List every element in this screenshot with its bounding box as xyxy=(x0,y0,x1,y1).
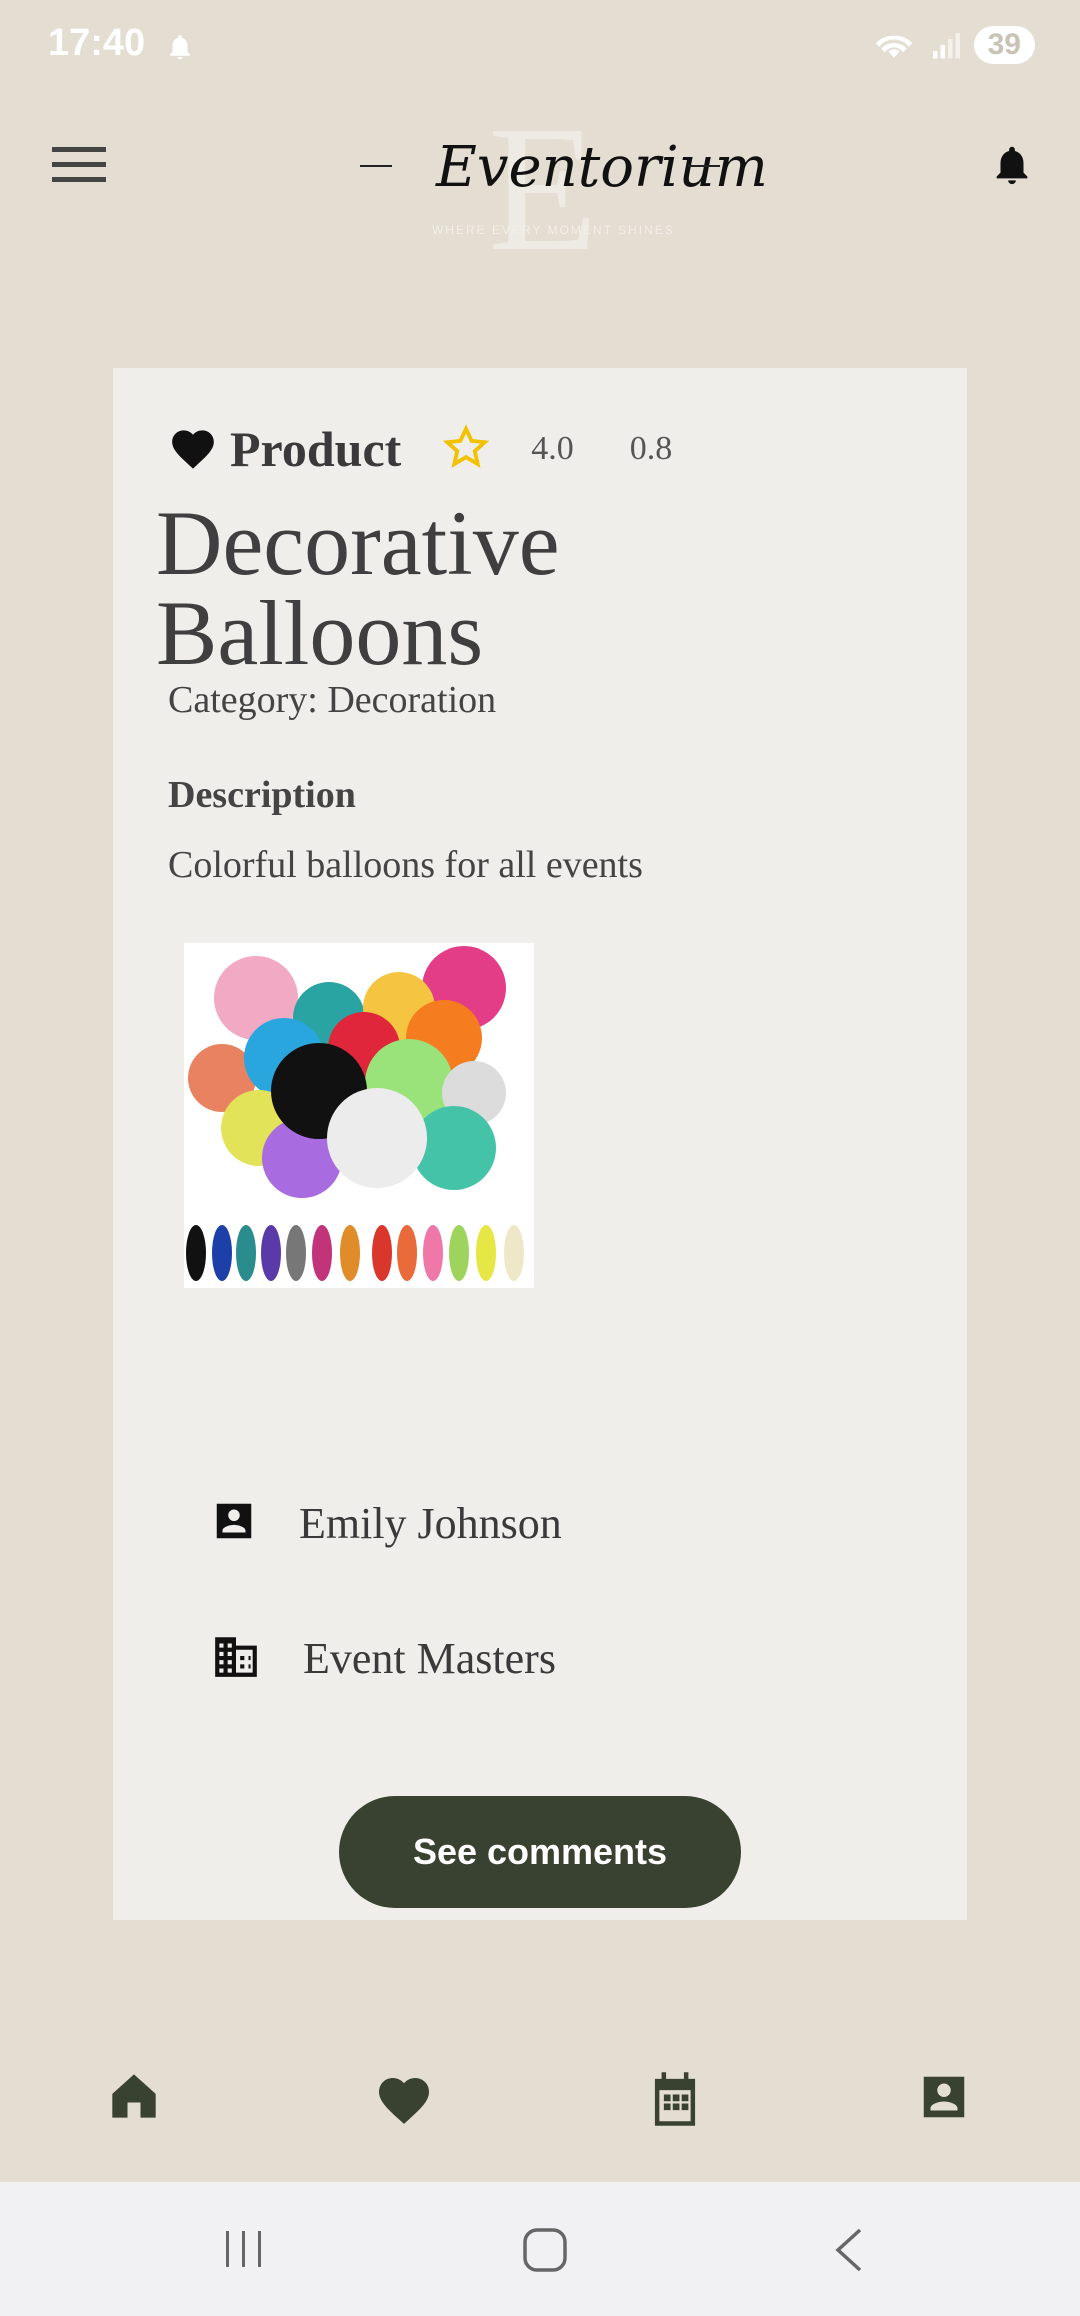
battery-indicator: 39 xyxy=(973,26,1035,64)
company-row: Event Masters xyxy=(211,1633,556,1684)
product-image xyxy=(184,943,534,1288)
see-comments-button[interactable]: See comments xyxy=(339,1796,741,1908)
product-card: Product 4.0 0.8 Decorative Balloons Cate… xyxy=(113,368,967,1920)
home-icon[interactable] xyxy=(108,2070,160,2127)
provider-name: Emily Johnson xyxy=(299,1499,562,1548)
product-name: Decorative Balloons xyxy=(156,492,560,684)
heart-icon[interactable] xyxy=(168,424,218,475)
contact-card-icon xyxy=(211,1498,257,1549)
provider-row: Emily Johnson xyxy=(211,1498,562,1549)
heart-icon[interactable] xyxy=(374,2070,434,2131)
status-indicators: 39 xyxy=(872,26,1035,64)
app-logo: E Eventorium WHERE EVERY MOMENT SHINES xyxy=(340,89,768,288)
system-nav-bar xyxy=(0,2182,1080,2316)
company-name: Event Masters xyxy=(303,1634,556,1683)
logo-tagline: WHERE EVERY MOMENT SHINES xyxy=(432,223,675,237)
product-label: Product xyxy=(230,421,402,477)
wifi-icon xyxy=(875,35,912,58)
recent-apps-icon[interactable] xyxy=(222,2227,266,2276)
status-bar: 17:40 39 xyxy=(0,0,1080,95)
bottom-nav xyxy=(0,2040,1080,2190)
description-label: Description xyxy=(168,774,356,816)
logo-title: Eventorium xyxy=(436,135,768,200)
calendar-icon[interactable] xyxy=(648,2070,702,2133)
product-category: Category: Decoration xyxy=(168,679,497,721)
logo-dash-left xyxy=(360,165,392,167)
status-time: 17:40 xyxy=(48,22,146,64)
back-icon[interactable] xyxy=(830,2227,866,2278)
star-outline-icon xyxy=(442,423,490,475)
menu-icon[interactable] xyxy=(52,145,106,190)
app-bar: E Eventorium WHERE EVERY MOMENT SHINES xyxy=(0,89,1080,288)
notification-status-icon xyxy=(165,30,195,69)
signal-icon xyxy=(932,33,960,59)
bell-icon[interactable] xyxy=(989,140,1035,195)
building-icon xyxy=(211,1633,261,1684)
home-button-icon[interactable] xyxy=(522,2227,568,2278)
logo-dash-right xyxy=(688,165,720,167)
account-box-icon[interactable] xyxy=(917,2070,971,2129)
product-header: Product 4.0 0.8 xyxy=(168,420,672,478)
product-rating: 4.0 xyxy=(531,430,574,467)
product-price: 0.8 xyxy=(629,430,673,467)
product-description: Colorful balloons for all events xyxy=(168,844,643,886)
